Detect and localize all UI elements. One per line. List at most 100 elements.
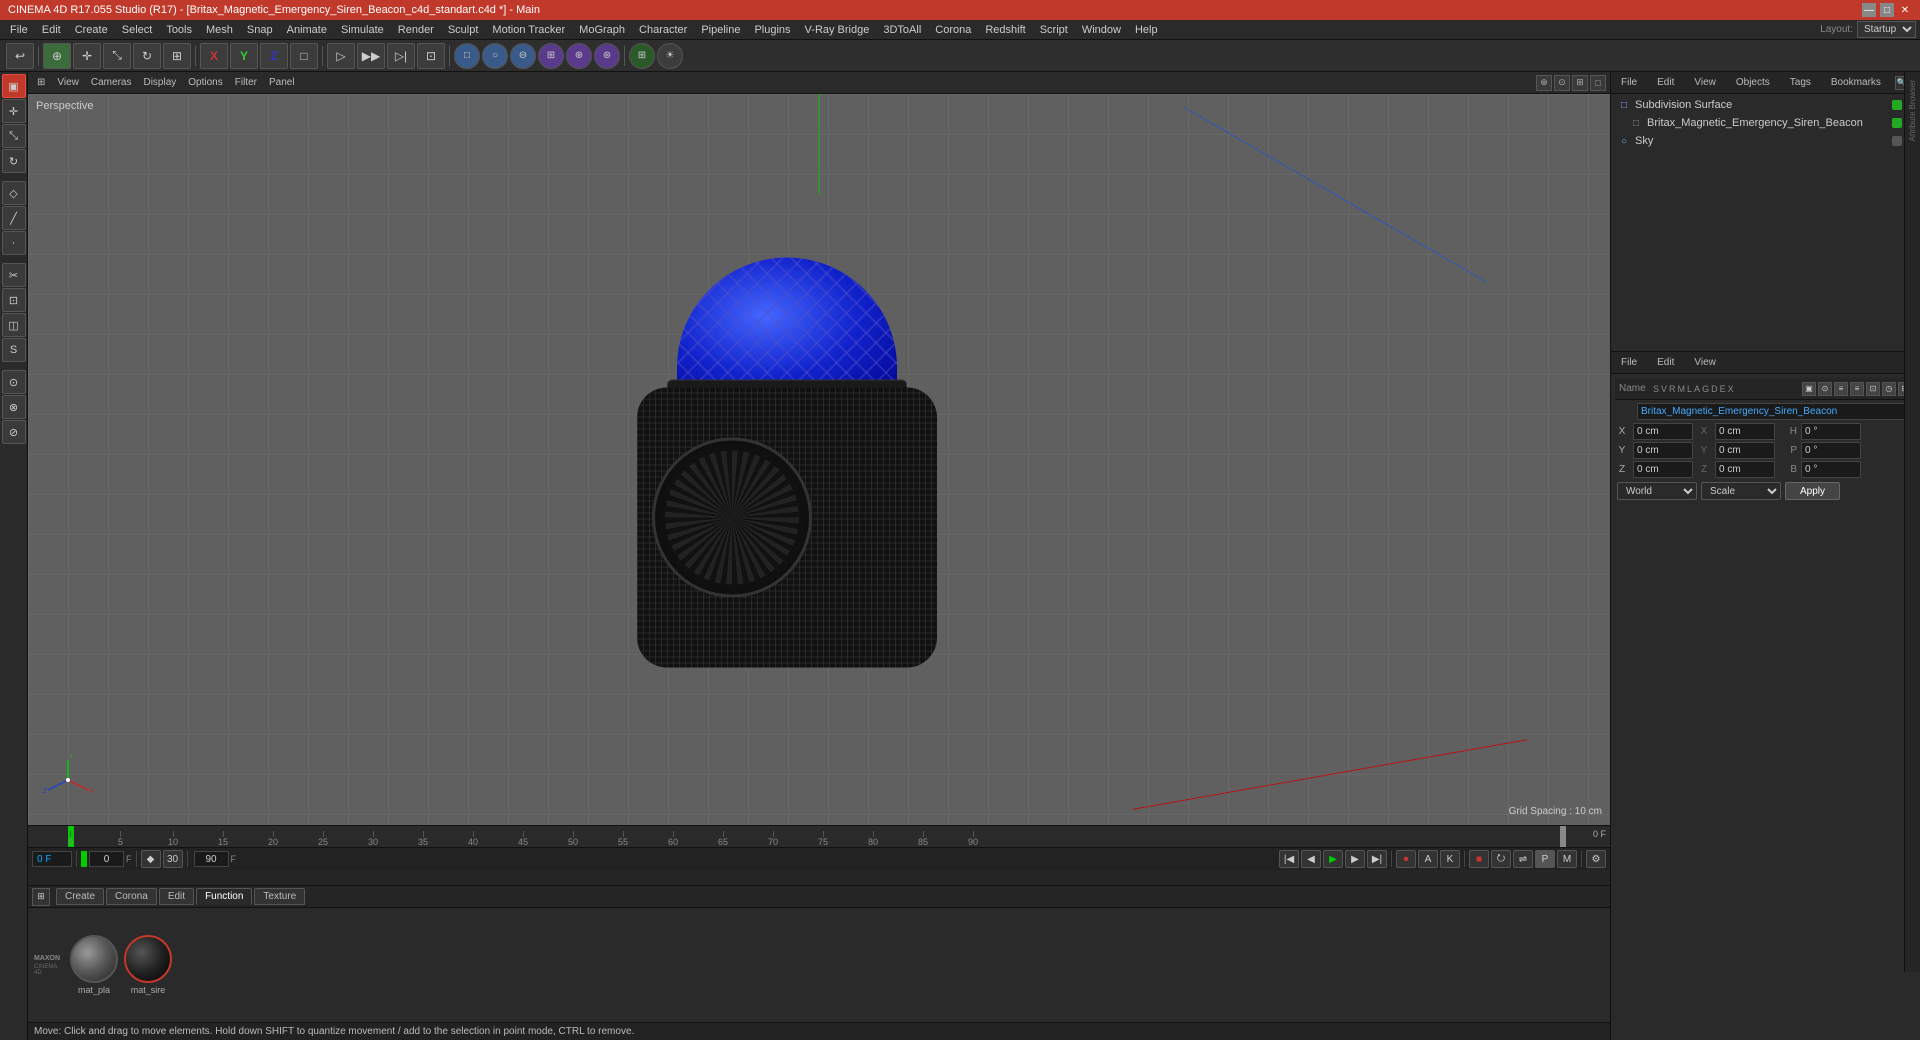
attribute-browser-tab[interactable]: Attribute Browser [1908, 76, 1917, 145]
menu-pipeline[interactable]: Pipeline [695, 22, 746, 38]
material-mat-pla[interactable]: mat_pla [70, 935, 118, 995]
left-tool-brush[interactable]: S [2, 338, 26, 362]
transform-tool[interactable]: ⊞ [163, 43, 191, 69]
boole-tool[interactable]: ⊕ [566, 43, 592, 69]
menu-3dtoall[interactable]: 3DToAll [877, 22, 927, 38]
menu-snap[interactable]: Snap [241, 22, 279, 38]
array-tool[interactable]: ⊞ [538, 43, 564, 69]
left-tool-edge[interactable]: ╱ [2, 206, 26, 230]
tl-set-keyframe-btn[interactable]: ◆ [141, 850, 161, 868]
attr-icon-4[interactable]: ≡ [1850, 382, 1864, 396]
light-tool[interactable]: ☀ [657, 43, 683, 69]
menu-sculpt[interactable]: Sculpt [442, 22, 485, 38]
y-axis-button[interactable]: Y [230, 43, 258, 69]
object-item-sky[interactable]: ○ Sky [1613, 132, 1918, 150]
left-tool-select[interactable]: ▣ [2, 74, 26, 98]
live-select-tool[interactable]: ⊕ [43, 43, 71, 69]
cube-tool[interactable]: □ [454, 43, 480, 69]
maximize-button[interactable]: □ [1880, 3, 1894, 17]
render-all-button[interactable]: ▷| [387, 43, 415, 69]
attr-icon-5[interactable]: ⊡ [1866, 382, 1880, 396]
cylinder-tool[interactable]: ⊖ [510, 43, 536, 69]
bottom-panel-expand[interactable]: ⊞ [32, 888, 50, 906]
menu-mesh[interactable]: Mesh [200, 22, 239, 38]
menu-select[interactable]: Select [116, 22, 159, 38]
vp-view-btn[interactable]: View [52, 76, 84, 89]
z-axis-button[interactable]: Z [260, 43, 288, 69]
scale-dropdown[interactable]: Scale [1701, 482, 1781, 500]
attr-icon-2[interactable]: ⊙ [1818, 382, 1832, 396]
menu-character[interactable]: Character [633, 22, 693, 38]
left-tool-rotate[interactable]: ↻ [2, 149, 26, 173]
menu-redshift[interactable]: Redshift [979, 22, 1031, 38]
menu-create[interactable]: Create [69, 22, 114, 38]
left-tool-move[interactable]: ✛ [2, 99, 26, 123]
close-button[interactable]: ✕ [1898, 3, 1912, 17]
left-tool-bevel[interactable]: ◫ [2, 313, 26, 337]
vp-icons-btn[interactable]: ⊞ [32, 76, 50, 89]
undo-button[interactable]: ↩ [6, 43, 34, 69]
rotate-tool[interactable]: ↻ [133, 43, 161, 69]
tl-end-frame-input[interactable] [194, 851, 229, 867]
coord-z-scale[interactable] [1715, 461, 1775, 478]
render-region-button[interactable]: ⊡ [417, 43, 445, 69]
minimize-button[interactable]: — [1862, 3, 1876, 17]
tl-goto-start-btn[interactable]: |◀ [1279, 850, 1299, 868]
om-tab-objects[interactable]: Objects [1730, 75, 1776, 90]
left-tool-smooth[interactable]: ⊘ [2, 420, 26, 444]
vp-icon-1[interactable]: ⊕ [1536, 75, 1552, 91]
tl-play-btn[interactable]: ▶ [1323, 850, 1343, 868]
tl-fps-btn[interactable]: 30 [163, 850, 183, 868]
am-tab-file[interactable]: File [1615, 355, 1643, 370]
left-tool-knife[interactable]: ✂ [2, 263, 26, 287]
tl-green-marker[interactable] [81, 851, 87, 867]
om-tab-bookmarks[interactable]: Bookmarks [1825, 75, 1887, 90]
tl-stop-mode[interactable]: ■ [1469, 850, 1489, 868]
tab-function[interactable]: Function [196, 888, 252, 905]
tl-step-back-btn[interactable]: ◀ [1301, 850, 1321, 868]
vp-filter-btn[interactable]: Filter [230, 76, 262, 89]
grid-tool[interactable]: ⊞ [629, 43, 655, 69]
left-tool-scale[interactable]: ⤡ [2, 124, 26, 148]
menu-file[interactable]: File [4, 22, 34, 38]
coord-h-angle[interactable] [1801, 423, 1861, 440]
attr-icon-3[interactable]: ≡ [1834, 382, 1848, 396]
left-tool-point[interactable]: · [2, 231, 26, 255]
menu-simulate[interactable]: Simulate [335, 22, 390, 38]
tab-create[interactable]: Create [56, 888, 104, 905]
apply-button[interactable]: Apply [1785, 482, 1840, 500]
attr-icon-6[interactable]: ◷ [1882, 382, 1896, 396]
tl-step-fwd-btn[interactable]: ▶ [1345, 850, 1365, 868]
tl-loop-mode[interactable]: ⭮ [1491, 850, 1511, 868]
om-tab-file[interactable]: File [1615, 75, 1643, 90]
sphere-tool[interactable]: ○ [482, 43, 508, 69]
world-dropdown[interactable]: World [1617, 482, 1697, 500]
menu-window[interactable]: Window [1076, 22, 1127, 38]
tab-edit[interactable]: Edit [159, 888, 194, 905]
coord-y-pos[interactable] [1633, 442, 1693, 459]
om-tab-edit[interactable]: Edit [1651, 75, 1680, 90]
menu-tools[interactable]: Tools [160, 22, 198, 38]
om-tab-view[interactable]: View [1688, 75, 1722, 90]
am-tab-view[interactable]: View [1688, 355, 1722, 370]
name-input-field[interactable] [1637, 403, 1914, 420]
left-tool-polygon[interactable]: ◇ [2, 181, 26, 205]
coord-z-pos[interactable] [1633, 461, 1693, 478]
menu-animate[interactable]: Animate [281, 22, 333, 38]
render-view-button[interactable]: ▶▶ [357, 43, 385, 69]
vp-panel-btn[interactable]: Panel [264, 76, 300, 89]
tl-pingpong-mode[interactable]: ⇌ [1513, 850, 1533, 868]
x-axis-button[interactable]: X [200, 43, 228, 69]
tl-settings-btn[interactable]: ⚙ [1586, 850, 1606, 868]
vp-icon-2[interactable]: ⊙ [1554, 75, 1570, 91]
menu-script[interactable]: Script [1034, 22, 1074, 38]
tl-key-all-btn[interactable]: K [1440, 850, 1460, 868]
vp-cameras-btn[interactable]: Cameras [86, 76, 137, 89]
menu-mograph[interactable]: MoGraph [573, 22, 631, 38]
vp-icon-3[interactable]: ⊞ [1572, 75, 1588, 91]
render-active-button[interactable]: ▷ [327, 43, 355, 69]
menu-corona[interactable]: Corona [929, 22, 977, 38]
menu-motion-tracker[interactable]: Motion Tracker [486, 22, 571, 38]
vp-options-btn[interactable]: Options [183, 76, 227, 89]
menu-render[interactable]: Render [392, 22, 440, 38]
